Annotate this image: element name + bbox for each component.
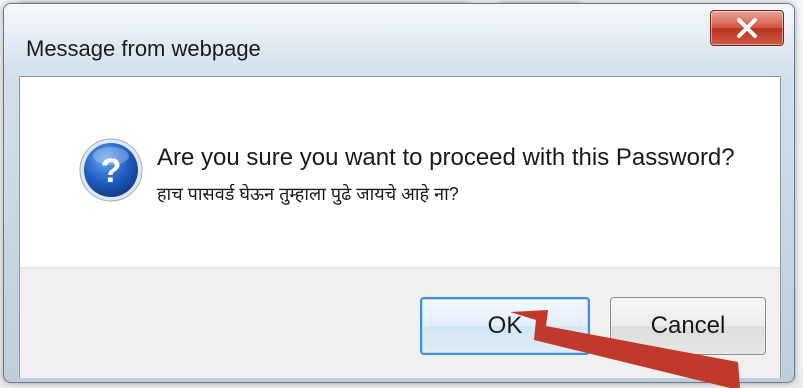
dialog-title: Message from webpage (26, 36, 261, 61)
cancel-button[interactable]: Cancel (610, 297, 766, 355)
ok-button[interactable]: OK (420, 297, 590, 355)
dialog-client-area: ? Are you sure you want to proceed with … (19, 76, 781, 378)
svg-text:?: ? (101, 152, 122, 190)
button-bar: OK Cancel (20, 267, 780, 378)
message-area: ? Are you sure you want to proceed with … (20, 77, 780, 267)
close-icon (737, 18, 757, 38)
message-text-marathi: हाच पासवर्ड घेऊन तुम्हाला पुढे जायचे आहे… (157, 184, 459, 204)
close-button[interactable] (710, 10, 784, 46)
dialog-titlebar: Message from webpage (4, 4, 794, 82)
screenshot: Message from webpage ? Are you sure you … (0, 0, 803, 388)
message-text-english: Are you sure you want to proceed with th… (157, 144, 735, 171)
question-icon: ? (79, 138, 143, 202)
message-dialog: Message from webpage ? Are you sure you … (3, 3, 795, 383)
